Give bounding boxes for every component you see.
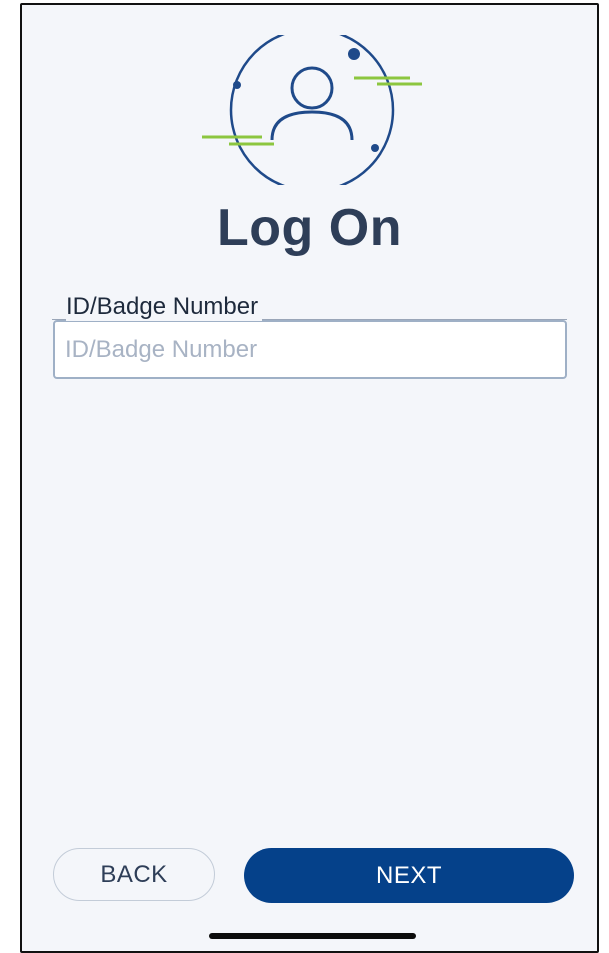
page-title: Log On [217,199,402,257]
user-profile-icon [202,35,422,185]
back-button[interactable]: BACK [53,848,215,901]
next-button[interactable]: NEXT [244,848,574,903]
phone-screen: Log On ID/Badge Number BACK NEXT [20,3,599,953]
id-field-label: ID/Badge Number [66,293,263,321]
home-indicator[interactable] [209,933,416,939]
id-badge-input[interactable] [53,320,567,379]
